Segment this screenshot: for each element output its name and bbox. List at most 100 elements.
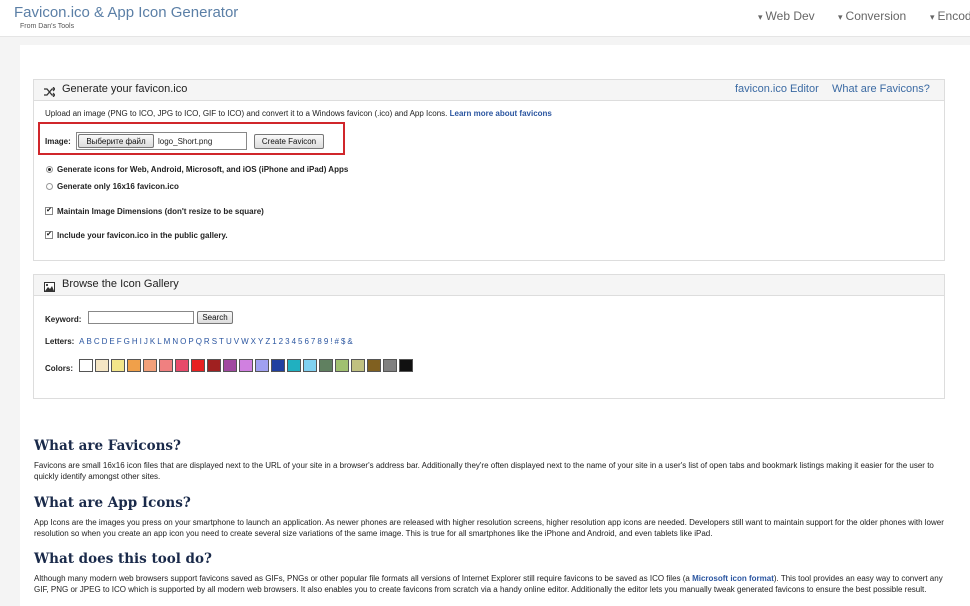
search-button[interactable]: Search [197, 311, 233, 324]
nav-conversion[interactable]: ▾ Conversion [838, 9, 906, 23]
letter-link[interactable]: 7 [311, 337, 315, 346]
learn-more-link[interactable]: Learn more about favicons [450, 109, 552, 118]
color-swatch[interactable] [351, 359, 365, 372]
letter-link[interactable]: H [132, 337, 138, 346]
letter-link[interactable]: P [188, 337, 193, 346]
letter-link[interactable]: 4 [292, 337, 296, 346]
letter-link[interactable]: T [219, 337, 224, 346]
color-swatch[interactable] [127, 359, 141, 372]
color-swatch[interactable] [255, 359, 269, 372]
color-swatch[interactable] [175, 359, 189, 372]
color-swatch[interactable] [319, 359, 333, 372]
letter-link[interactable]: 9 [324, 337, 328, 346]
selected-file-name: logo_Short.png [158, 137, 213, 146]
letter-link[interactable]: B [86, 337, 91, 346]
letter-link[interactable]: S [212, 337, 217, 346]
letter-link[interactable]: 5 [298, 337, 302, 346]
nav-encode-label: Encod [937, 9, 970, 23]
color-swatch[interactable] [383, 359, 397, 372]
letter-link[interactable]: Y [258, 337, 263, 346]
letter-link[interactable]: N [172, 337, 178, 346]
radio-generate-16-label[interactable]: Generate only 16x16 favicon.ico [57, 182, 179, 191]
letter-link[interactable]: G [124, 337, 130, 346]
brand-title[interactable]: Favicon.ico & App Icon Generator [14, 5, 238, 21]
letter-link[interactable]: F [117, 337, 122, 346]
color-swatch[interactable] [271, 359, 285, 372]
favicon-editor-link[interactable]: favicon.ico Editor [735, 83, 819, 95]
color-swatch[interactable] [79, 359, 93, 372]
maintain-dimensions-label[interactable]: Maintain Image Dimensions (don't resize … [57, 207, 264, 216]
keyword-input[interactable] [88, 311, 194, 324]
letters-row: Letters: ABCDEFGHIJKLMNOPQRSTUVWXYZ12345… [45, 337, 355, 346]
color-swatch[interactable] [223, 359, 237, 372]
color-swatch[interactable] [159, 359, 173, 372]
letter-link[interactable]: L [157, 337, 161, 346]
checkbox-maintain-dimensions[interactable]: ✔ [45, 207, 53, 215]
letter-link[interactable]: E [109, 337, 114, 346]
radio-generate-all-label[interactable]: Generate icons for Web, Android, Microso… [57, 165, 348, 174]
microsoft-icon-format-link[interactable]: Microsoft icon format [692, 574, 774, 583]
create-favicon-button[interactable]: Create Favicon [254, 134, 324, 149]
generate-intro: Upload an image (PNG to ICO, JPG to ICO,… [45, 109, 552, 118]
nav-conversion-label: Conversion [845, 9, 907, 23]
letter-link[interactable]: W [241, 337, 249, 346]
letter-link[interactable]: J [144, 337, 148, 346]
letter-link[interactable]: U [226, 337, 232, 346]
what-are-favicons-link[interactable]: What are Favicons? [832, 83, 930, 95]
color-swatch[interactable] [111, 359, 125, 372]
color-swatch[interactable] [143, 359, 157, 372]
letter-link[interactable]: X [251, 337, 256, 346]
generate-panel-header: Generate your favicon.ico favicon.ico Ed… [34, 80, 944, 101]
tool-body-before: Although many modern web browsers suppor… [34, 574, 690, 583]
letter-link[interactable]: ! [330, 337, 332, 346]
picture-icon [44, 279, 55, 297]
letter-link[interactable]: 8 [317, 337, 321, 346]
letter-link[interactable]: Z [265, 337, 270, 346]
gallery-panel: Browse the Icon Gallery Keyword: Search … [33, 274, 945, 399]
letter-link[interactable]: K [150, 337, 155, 346]
color-swatch[interactable] [287, 359, 301, 372]
choose-file-button[interactable]: Выберите файл [78, 134, 154, 148]
letter-link[interactable]: C [94, 337, 100, 346]
letter-link[interactable]: R [204, 337, 210, 346]
letter-link[interactable]: # [335, 337, 339, 346]
shuffle-icon [44, 84, 56, 102]
section-body-tool: Although many modern web browsers suppor… [34, 573, 944, 595]
image-label: Image: [45, 137, 71, 146]
color-swatch[interactable] [367, 359, 381, 372]
public-gallery-label[interactable]: Include your favicon.ico in the public g… [57, 231, 228, 240]
colors-label: Colors: [45, 364, 73, 373]
nav-web-dev-label: Web Dev [765, 9, 815, 23]
gallery-panel-title: Browse the Icon Gallery [62, 278, 179, 290]
letter-link[interactable]: Q [196, 337, 202, 346]
letter-link[interactable]: & [347, 337, 352, 346]
caret-down-icon: ▾ [838, 12, 843, 22]
radio-generate-16[interactable] [46, 183, 53, 190]
color-swatch[interactable] [207, 359, 221, 372]
color-swatch[interactable] [399, 359, 413, 372]
letter-link[interactable]: D [102, 337, 108, 346]
caret-down-icon: ▾ [930, 12, 935, 22]
brand[interactable]: Favicon.ico & App Icon Generator From Da… [14, 5, 238, 31]
letter-link[interactable]: $ [341, 337, 345, 346]
generate-panel: Generate your favicon.ico favicon.ico Ed… [33, 79, 945, 261]
radio-generate-all[interactable] [46, 166, 53, 173]
letter-link[interactable]: A [79, 337, 84, 346]
color-swatch[interactable] [191, 359, 205, 372]
letter-link[interactable]: O [180, 337, 186, 346]
checkbox-public-gallery[interactable]: ✔ [45, 231, 53, 239]
letters-label: Letters: [45, 337, 75, 346]
color-swatch[interactable] [335, 359, 349, 372]
letter-link[interactable]: 1 [272, 337, 276, 346]
nav-encode[interactable]: ▾ Encod [930, 9, 970, 23]
letter-link[interactable]: V [234, 337, 239, 346]
letter-link[interactable]: I [140, 337, 142, 346]
letter-link[interactable]: 6 [304, 337, 308, 346]
nav-web-dev[interactable]: ▾ Web Dev [758, 9, 815, 23]
color-swatch[interactable] [95, 359, 109, 372]
letter-link[interactable]: 3 [285, 337, 289, 346]
color-swatch[interactable] [239, 359, 253, 372]
color-swatch[interactable] [303, 359, 317, 372]
letter-link[interactable]: 2 [279, 337, 283, 346]
letter-link[interactable]: M [164, 337, 171, 346]
